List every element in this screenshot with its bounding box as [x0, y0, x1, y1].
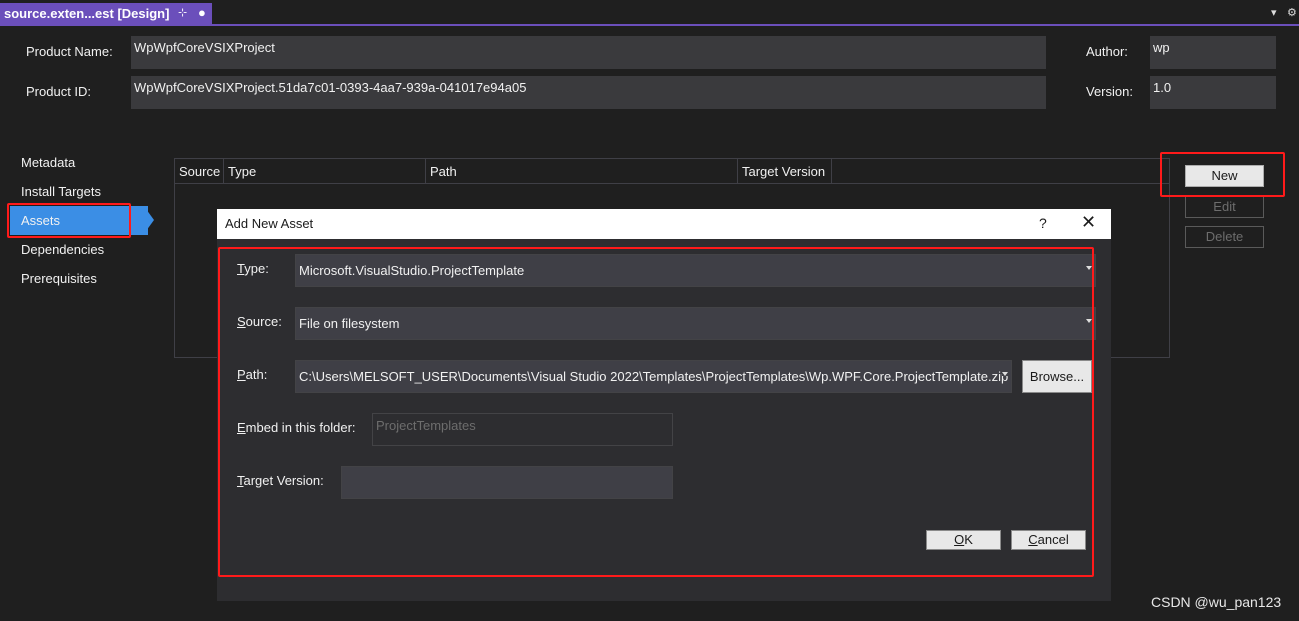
nav-item-install-targets[interactable]: Install Targets [21, 184, 101, 199]
pin-icon[interactable]: ⊹ [178, 6, 187, 19]
product-name-label: Product Name: [26, 44, 113, 59]
document-tab[interactable]: source.exten...est [Design] ⊹ ● [0, 3, 212, 24]
column-separator[interactable] [737, 159, 738, 184]
edit-button[interactable]: Edit [1185, 196, 1264, 218]
author-label: Author: [1086, 44, 1128, 59]
settings-icon[interactable]: ⚙ [1287, 6, 1297, 19]
watermark: CSDN @wu_pan123 [1151, 594, 1282, 610]
document-tab-title: source.exten...est [Design] [4, 6, 170, 21]
help-icon[interactable]: ? [1039, 215, 1047, 231]
column-header-target-version[interactable]: Target Version [742, 164, 825, 179]
column-separator[interactable] [831, 159, 832, 184]
dialog-content-highlight-box [218, 247, 1094, 577]
assets-table-header [174, 158, 1170, 184]
dialog-title-bar: Add New Asset ? ✕ [217, 209, 1111, 239]
column-header-path[interactable]: Path [430, 164, 457, 179]
close-icon[interactable]: ✕ [1081, 212, 1096, 233]
assets-highlight-box [7, 203, 131, 238]
delete-button[interactable]: Delete [1185, 226, 1264, 248]
nav-item-metadata[interactable]: Metadata [21, 155, 75, 170]
modified-dot-icon[interactable]: ● [198, 5, 206, 20]
product-id-label: Product ID: [26, 84, 92, 99]
column-header-type[interactable]: Type [228, 164, 256, 179]
nav-item-prerequisites[interactable]: Prerequisites [21, 271, 97, 286]
tab-dropdown-icon[interactable]: ▾ [1271, 6, 1277, 19]
nav-selection-arrow [146, 209, 154, 231]
nav-item-dependencies[interactable]: Dependencies [21, 242, 104, 257]
author-field[interactable]: wp [1150, 36, 1276, 69]
product-id-field[interactable]: WpWpfCoreVSIXProject.51da7c01-0393-4aa7-… [131, 76, 1046, 109]
version-label: Version: [1086, 84, 1133, 99]
dialog-title: Add New Asset [225, 216, 314, 231]
new-button-highlight-box [1160, 152, 1285, 197]
product-name-field[interactable]: WpWpfCoreVSIXProject [131, 36, 1046, 69]
column-separator[interactable] [425, 159, 426, 184]
column-header-source[interactable]: Source [179, 164, 220, 179]
column-separator[interactable] [223, 159, 224, 184]
version-field[interactable]: 1.0 [1150, 76, 1276, 109]
